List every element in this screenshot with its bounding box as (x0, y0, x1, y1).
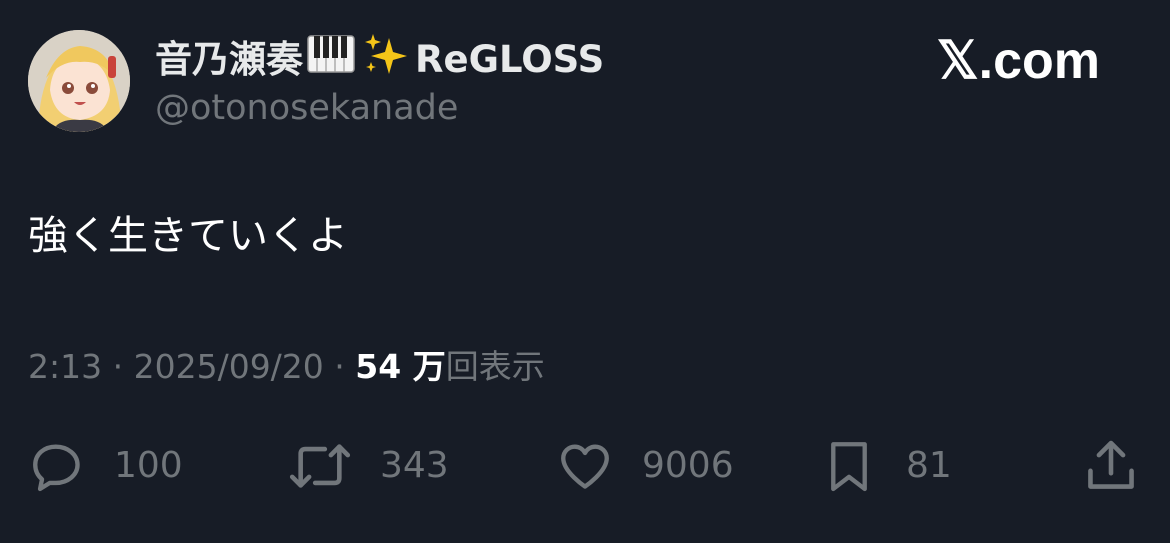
piano-icon (307, 34, 355, 86)
share-icon (1088, 440, 1134, 489)
sparkles-icon (363, 32, 411, 88)
bookmark-count: 81 (906, 445, 952, 486)
avatar-image (28, 30, 130, 132)
display-name[interactable]: 音乃瀬奏 ReGLOSS (155, 32, 604, 88)
bookmark-icon (831, 442, 867, 492)
display-name-suffix: ReGLOSS (415, 38, 605, 81)
piano-icon-graphic (307, 35, 355, 73)
reply-count: 100 (114, 445, 183, 486)
retweet-button[interactable]: 343 (288, 436, 449, 496)
like-count: 9006 (642, 445, 734, 486)
reply-icon (33, 444, 80, 492)
avatar[interactable] (28, 30, 130, 132)
retweet-count: 343 (380, 445, 449, 486)
action-bar: 100 343 9006 81 (0, 436, 1170, 496)
meta-separator: · (102, 347, 134, 386)
views-label: 回表示 (445, 347, 545, 386)
sparkles-icon-graphic (365, 34, 407, 74)
like-button[interactable]: 9006 (556, 436, 734, 496)
heart-icon (561, 444, 609, 489)
tweet-date[interactable]: 2025/09/20 (134, 347, 324, 386)
tweet-time[interactable]: 2:13 (28, 347, 102, 386)
brand-logo: 𝕏.com (936, 32, 1100, 90)
reply-button[interactable]: 100 (28, 436, 183, 496)
bookmark-button[interactable]: 81 (820, 436, 952, 496)
views-count: 54 万 (355, 347, 446, 386)
tweet-text: 強く生きていくよ (28, 213, 348, 259)
share-button[interactable] (1082, 436, 1140, 496)
display-name-text: 音乃瀬奏 (155, 38, 303, 81)
retweet-icon (289, 444, 351, 488)
meta-separator: · (323, 347, 356, 386)
user-handle[interactable]: @otonosekanade (155, 86, 458, 130)
tweet-meta: 2:13 · 2025/09/20 · 54 万回表示 (28, 344, 545, 390)
